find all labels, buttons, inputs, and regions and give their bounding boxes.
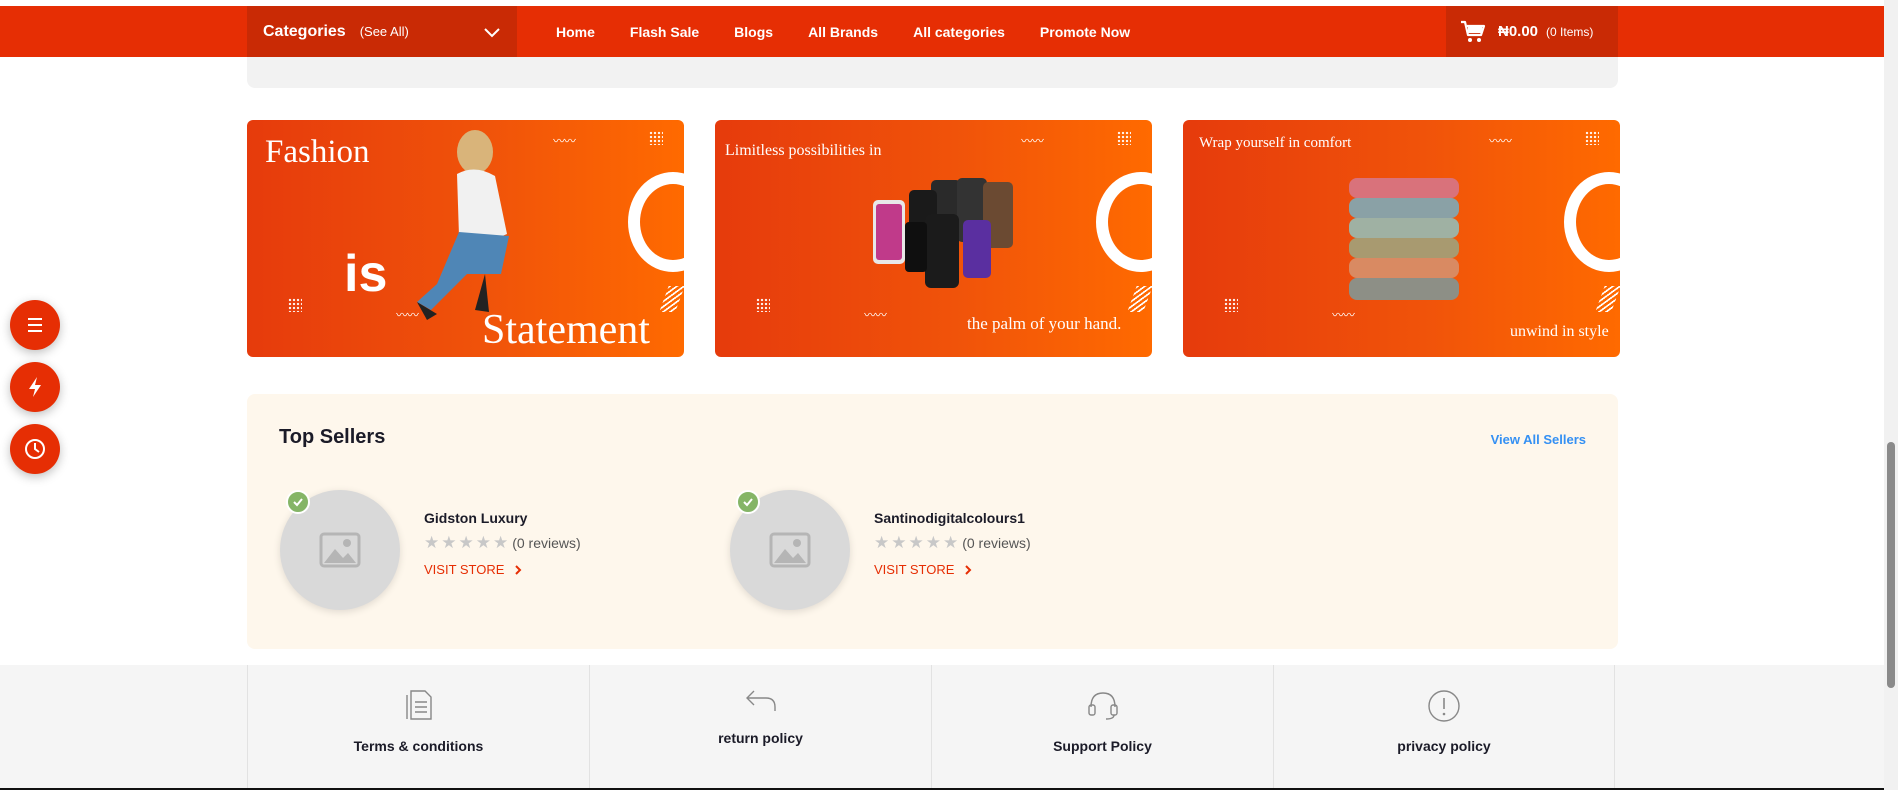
banner-fashion-line2: is <box>344 245 388 303</box>
decor-dots <box>1585 131 1599 145</box>
headset-icon <box>1087 692 1118 720</box>
decor-dots <box>756 298 770 312</box>
top-sellers-section: Top Sellers View All Sellers Gidston Lux… <box>247 394 1618 649</box>
policy-label: privacy policy <box>1397 738 1491 754</box>
seller-card[interactable]: Gidston Luxury ★★★★★ (0 reviews) VISIT S… <box>280 490 680 615</box>
banner-comfort-line2: unwind in style <box>1510 323 1609 340</box>
flash-float-button[interactable] <box>10 362 60 412</box>
verified-badge-icon <box>286 490 310 514</box>
nav-link-flash-sale[interactable]: Flash Sale <box>630 24 699 40</box>
seller-name[interactable]: Gidston Luxury <box>424 510 527 526</box>
seller-name[interactable]: Santinodigitalcolours1 <box>874 510 1025 526</box>
image-placeholder-icon <box>769 532 811 568</box>
visit-store-label: VISIT STORE <box>874 562 955 577</box>
verified-badge-icon <box>736 490 760 514</box>
menu-icon <box>28 318 42 332</box>
menu-float-button[interactable] <box>10 300 60 350</box>
phones-image <box>873 178 1013 288</box>
nav-link-all-brands[interactable]: All Brands <box>808 24 878 40</box>
decor-squiggle: 〰〰 <box>396 308 419 322</box>
document-icon <box>405 690 432 720</box>
cart-items-count: (0 Items) <box>1546 24 1594 39</box>
section-strip <box>247 57 1618 88</box>
categories-see-all[interactable]: (See All) <box>360 24 409 39</box>
categories-title: Categories <box>263 22 346 40</box>
star-icon: ★★★★★ <box>424 533 511 552</box>
seller-reviews: (0 reviews) <box>512 535 581 551</box>
top-navbar: Categories (See All) Home Flash Sale Blo… <box>0 6 1884 57</box>
decor-squiggle: 〰〰 <box>553 134 576 148</box>
policy-support[interactable]: Support Policy <box>931 665 1273 790</box>
decor-dots <box>1224 298 1238 312</box>
banner-fashion-line1: Fashion <box>265 134 370 170</box>
seller-rating: ★★★★★ (0 reviews) <box>424 533 581 553</box>
policies-bar: Terms & conditions return policy Support… <box>0 665 1884 790</box>
policy-terms[interactable]: Terms & conditions <box>247 665 589 790</box>
visit-store-label: VISIT STORE <box>424 562 505 577</box>
policy-label: Terms & conditions <box>353 738 484 754</box>
visit-store-link[interactable]: VISIT STORE <box>424 562 524 577</box>
decor-dots <box>1117 131 1131 145</box>
decor-ring <box>628 172 684 272</box>
decor-ring <box>1564 172 1620 272</box>
policy-return[interactable]: return policy <box>589 665 931 790</box>
cart-icon <box>1461 20 1486 42</box>
policy-label: Support Policy <box>1053 738 1152 754</box>
decor-stripes <box>659 286 684 312</box>
banner-phones-line1: Limitless possibilities in <box>725 142 882 159</box>
decor-squiggle: 〰〰 <box>1332 308 1355 322</box>
clock-float-button[interactable] <box>10 424 60 474</box>
categories-dropdown[interactable]: Categories (See All) <box>247 6 517 57</box>
decor-dots <box>288 298 302 312</box>
decor-squiggle: 〰〰 <box>864 308 887 322</box>
clock-icon <box>25 439 45 459</box>
policy-privacy[interactable]: privacy policy <box>1273 665 1615 790</box>
seller-rating: ★★★★★ (0 reviews) <box>874 533 1031 553</box>
exclamation-icon <box>1428 690 1460 722</box>
navbar-inner: Categories (See All) Home Flash Sale Blo… <box>247 6 1618 57</box>
decor-stripes <box>1127 286 1152 312</box>
visit-store-link[interactable]: VISIT STORE <box>874 562 974 577</box>
decor-ring <box>1096 172 1152 272</box>
decor-dots <box>649 131 663 145</box>
chevron-right-icon <box>965 564 972 575</box>
view-all-sellers-link[interactable]: View All Sellers <box>1491 432 1586 447</box>
scrollbar-thumb[interactable] <box>1887 442 1895 688</box>
banner-phones[interactable]: Limitless possibilities in the palm of y… <box>715 120 1152 357</box>
fashion-model-image <box>417 130 509 320</box>
nav-link-home[interactable]: Home <box>556 24 595 40</box>
seller-reviews: (0 reviews) <box>962 535 1031 551</box>
decor-stripes <box>1595 286 1620 312</box>
decor-squiggle: 〰〰 <box>1489 134 1512 148</box>
decor-squiggle: 〰〰 <box>1021 134 1044 148</box>
nav-link-promote-now[interactable]: Promote Now <box>1040 24 1130 40</box>
policy-label: return policy <box>718 730 803 746</box>
image-placeholder-icon <box>319 532 361 568</box>
cart-amount: ₦0.00 <box>1498 23 1539 40</box>
nav-link-all-categories[interactable]: All categories <box>913 24 1005 40</box>
return-arrow-icon <box>745 690 776 711</box>
banner-comfort-line1: Wrap yourself in comfort <box>1199 135 1352 151</box>
chevron-right-icon <box>515 564 522 575</box>
banner-phones-line2: the palm of your hand. <box>967 314 1122 333</box>
top-sellers-title: Top Sellers <box>279 426 386 448</box>
flash-icon <box>29 377 41 397</box>
scrollbar-track[interactable] <box>1884 0 1898 790</box>
nav-links: Home Flash Sale Blogs All Brands All cat… <box>556 6 1165 57</box>
chevron-down-icon[interactable] <box>483 23 501 41</box>
banner-fashion[interactable]: Fashion is Statement 〰〰 〰〰 <box>247 120 684 357</box>
seller-card[interactable]: Santinodigitalcolours1 ★★★★★ (0 reviews)… <box>730 490 1130 615</box>
nav-link-blogs[interactable]: Blogs <box>734 24 773 40</box>
cart-button[interactable]: ₦0.00 (0 Items) <box>1446 6 1618 57</box>
banner-comfort[interactable]: Wrap yourself in comfort unwind in style… <box>1183 120 1620 357</box>
star-icon: ★★★★★ <box>874 533 961 552</box>
cushions-image <box>1349 178 1459 300</box>
